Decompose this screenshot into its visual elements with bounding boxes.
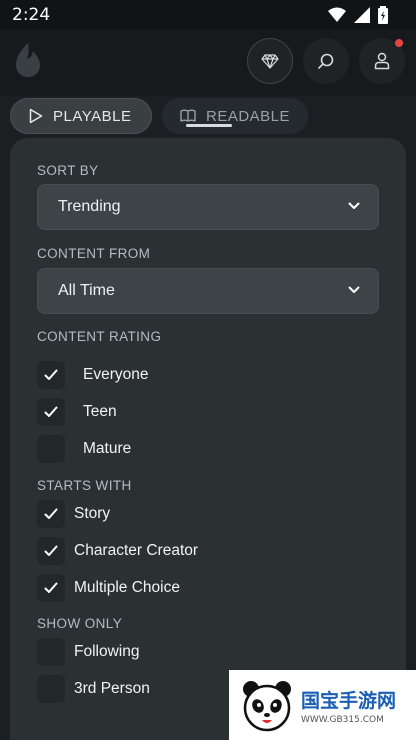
show-only-label: SHOW ONLY bbox=[37, 616, 123, 631]
status-icons bbox=[328, 6, 388, 24]
starts-with-label: STARTS WITH bbox=[37, 478, 132, 493]
watermark-title: 国宝手游网 bbox=[301, 689, 397, 712]
watermark: 国宝手游网 WWW.GB315.COM bbox=[229, 670, 416, 740]
rating-option-teen[interactable]: Teen bbox=[37, 397, 117, 427]
checkmark-icon bbox=[44, 406, 58, 417]
chevron-down-icon bbox=[348, 202, 360, 209]
checkmark-icon bbox=[44, 369, 58, 380]
tabs-row: PLAYABLE READABLE bbox=[0, 96, 416, 138]
sort-by-dropdown[interactable]: Trending bbox=[37, 184, 379, 230]
option-label: Following bbox=[74, 643, 140, 660]
filter-panel: SORT BY Trending CONTENT FROM All Time C… bbox=[10, 138, 406, 740]
checkbox[interactable] bbox=[37, 435, 65, 463]
show-option-3rd-person[interactable]: 3rd Person bbox=[37, 674, 150, 704]
content-rating-label: CONTENT RATING bbox=[37, 329, 162, 344]
checkmark-icon bbox=[44, 508, 58, 519]
tab-playable[interactable]: PLAYABLE bbox=[10, 98, 152, 134]
rating-option-mature[interactable]: Mature bbox=[37, 434, 131, 464]
signal-icon bbox=[354, 7, 370, 23]
starts-option-story[interactable]: Story bbox=[37, 499, 110, 529]
checkbox[interactable] bbox=[37, 398, 65, 426]
checkbox[interactable] bbox=[37, 574, 65, 602]
checkbox[interactable] bbox=[37, 537, 65, 565]
book-icon bbox=[180, 109, 196, 122]
premium-button[interactable] bbox=[247, 38, 293, 84]
chevron-down-icon bbox=[348, 286, 360, 293]
checkmark-icon bbox=[44, 582, 58, 593]
option-label: Character Creator bbox=[74, 542, 199, 559]
checkbox[interactable] bbox=[37, 638, 65, 666]
profile-icon bbox=[374, 52, 390, 70]
option-label: Story bbox=[74, 505, 111, 522]
app-header bbox=[0, 30, 416, 96]
play-icon bbox=[29, 108, 43, 124]
watermark-url: WWW.GB315.COM bbox=[301, 714, 384, 725]
notification-dot bbox=[395, 39, 403, 47]
tab-playable-label: PLAYABLE bbox=[53, 107, 132, 125]
sort-by-value: Trending bbox=[58, 198, 121, 215]
option-label: Multiple Choice bbox=[74, 579, 180, 596]
tab-readable[interactable]: READABLE bbox=[162, 98, 308, 134]
battery-icon bbox=[378, 6, 388, 24]
option-label: Teen bbox=[83, 403, 117, 420]
content-from-value: All Time bbox=[58, 282, 115, 299]
option-label: 3rd Person bbox=[74, 680, 150, 697]
rating-option-everyone[interactable]: Everyone bbox=[37, 360, 148, 390]
checkmark-icon bbox=[44, 545, 58, 556]
sort-by-label: SORT BY bbox=[37, 163, 99, 178]
starts-option-character-creator[interactable]: Character Creator bbox=[37, 536, 198, 566]
tab-readable-label: READABLE bbox=[206, 107, 291, 125]
content-from-label: CONTENT FROM bbox=[37, 246, 151, 261]
watermark-text: 国宝手游网 WWW.GB315.COM bbox=[301, 686, 396, 725]
wifi-icon bbox=[328, 7, 346, 22]
content-from-dropdown[interactable]: All Time bbox=[37, 268, 379, 314]
starts-option-multiple-choice[interactable]: Multiple Choice bbox=[37, 573, 180, 603]
search-icon bbox=[318, 53, 334, 69]
checkbox[interactable] bbox=[37, 500, 65, 528]
status-bar: 2:24 bbox=[0, 0, 416, 30]
flame-icon[interactable] bbox=[14, 42, 42, 78]
search-button[interactable] bbox=[303, 38, 349, 84]
option-label: Mature bbox=[83, 440, 132, 457]
panda-logo-icon bbox=[243, 681, 291, 732]
gem-icon bbox=[261, 53, 279, 69]
checkbox[interactable] bbox=[37, 675, 65, 703]
profile-button[interactable] bbox=[359, 38, 405, 84]
checkbox[interactable] bbox=[37, 361, 65, 389]
status-time: 2:24 bbox=[12, 5, 51, 25]
tab-indicator bbox=[186, 124, 232, 127]
show-option-following[interactable]: Following bbox=[37, 637, 139, 667]
option-label: Everyone bbox=[83, 366, 149, 383]
